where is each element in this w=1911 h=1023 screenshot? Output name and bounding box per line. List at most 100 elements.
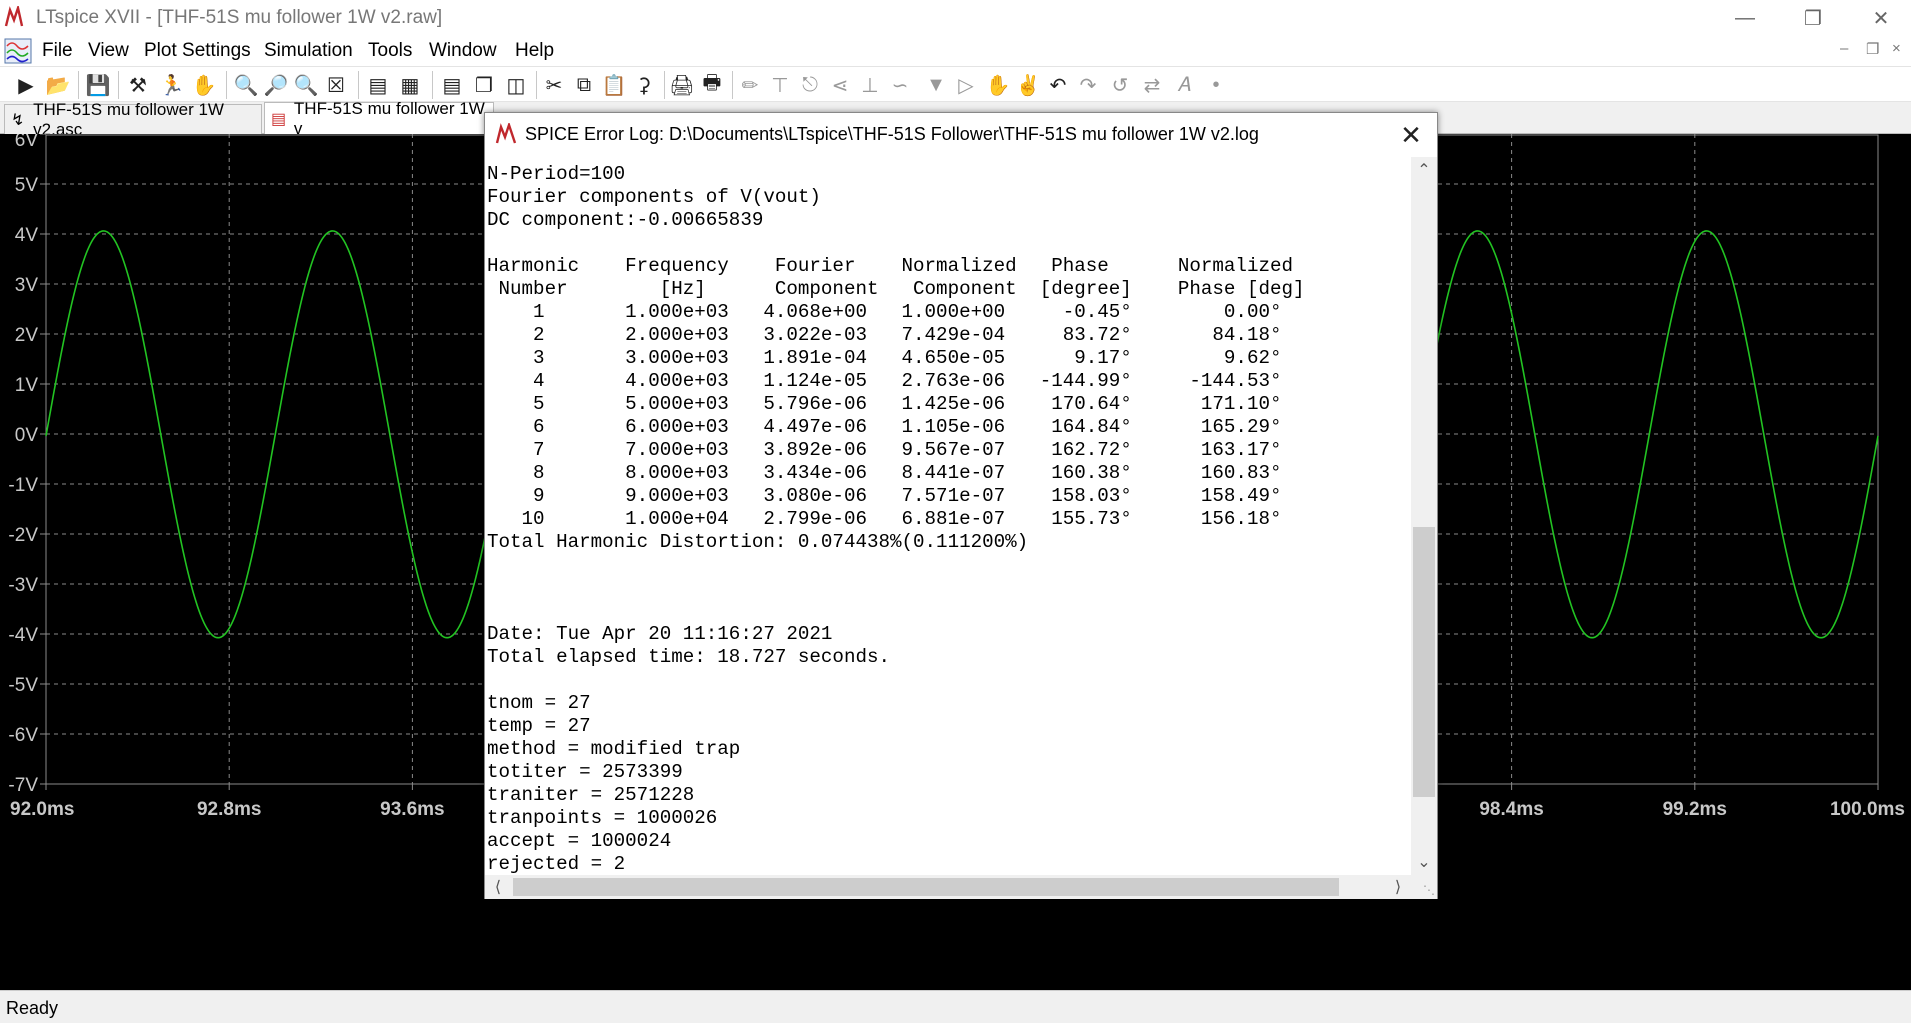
log-line: N-Period=100 — [487, 163, 626, 185]
y-tick-label: 5V — [15, 175, 39, 196]
horizontal-scrollbar[interactable]: ⟨ ⟩ — [485, 875, 1411, 899]
autorange-icon[interactable]: ▤ — [364, 71, 392, 99]
menu-window[interactable]: Window — [429, 40, 497, 62]
log-line: 10 1.000e+04 2.799e-06 6.881e-07 155.73°… — [487, 508, 1282, 530]
menu-file[interactable]: File — [42, 40, 73, 62]
log-line: DC component:-0.00665839 — [487, 209, 764, 231]
y-tick-label: -6V — [8, 725, 38, 746]
print-icon[interactable]: 🖨 — [668, 71, 696, 99]
find-icon[interactable]: ⚳ — [630, 71, 658, 99]
redo-icon[interactable]: ↷ — [1074, 71, 1102, 99]
cascade-icon[interactable]: ❐ — [470, 71, 498, 99]
toolbar-separator — [432, 71, 433, 99]
diode-icon[interactable]: ▼ — [922, 71, 950, 99]
x-tick-label: 98.4ms — [1479, 799, 1543, 820]
capacitor-icon[interactable]: ⊥ — [856, 71, 884, 99]
ground-icon[interactable]: ⊤ — [766, 71, 794, 99]
spice-directive-icon[interactable]: • — [1202, 71, 1230, 99]
log-text-area[interactable]: N-Period=100 Fourier components of V(vou… — [487, 163, 1411, 873]
log-line: 4 4.000e+03 1.124e-05 2.763e-06 -144.99°… — [487, 370, 1282, 392]
log-line: 7 7.000e+03 3.892e-06 9.567e-07 162.72° … — [487, 439, 1282, 461]
toolbar-separator — [358, 71, 359, 99]
scroll-left-icon[interactable]: ⟨ — [485, 875, 511, 899]
waveform-icon: ▤ — [271, 110, 287, 128]
zoom-in-icon[interactable]: 🔍 — [232, 71, 260, 99]
tile-vertical-icon[interactable]: ◫ — [502, 71, 530, 99]
scroll-down-icon[interactable]: ⌄ — [1411, 851, 1437, 873]
undo-icon[interactable]: ↶ — [1044, 71, 1072, 99]
y-tick-label: 1V — [15, 375, 39, 396]
copy-icon[interactable]: ⧉ — [570, 71, 598, 99]
cut-icon[interactable]: ✂ — [540, 71, 568, 99]
x-tick-label: 99.2ms — [1663, 799, 1727, 820]
print-setup-icon[interactable]: 🖶 — [698, 71, 726, 99]
paste-icon[interactable]: 📋 — [600, 71, 628, 99]
log-line: rejected = 2 — [487, 853, 626, 873]
tab-schematic[interactable]: ↯ THF-51S mu follower 1W v2.asc — [4, 100, 262, 139]
inductor-icon[interactable]: ∽ — [886, 71, 914, 99]
wire-icon[interactable]: ✏ — [736, 71, 764, 99]
resize-grip-icon[interactable]: ⋱ — [1411, 875, 1437, 899]
y-tick-label: 0V — [15, 425, 39, 446]
tab-waveform[interactable]: ▤ THF-51S mu follower 1W v — [264, 99, 494, 138]
menu-view[interactable]: View — [88, 40, 129, 62]
zoom-out-icon[interactable]: 🔍 — [292, 71, 320, 99]
ltspice-app-icon — [4, 6, 24, 27]
save-icon[interactable]: 💾 — [84, 71, 112, 99]
log-line: Total Harmonic Distortion: 0.074438%(0.1… — [487, 531, 1029, 553]
resistor-icon[interactable]: ⋖ — [826, 71, 854, 99]
menu-tools[interactable]: Tools — [368, 40, 412, 62]
menu-plot-settings[interactable]: Plot Settings — [144, 40, 251, 62]
log-line: 8 8.000e+03 3.434e-06 8.441e-07 160.38° … — [487, 462, 1282, 484]
mdi-restore-icon[interactable]: ❐ — [1866, 40, 1879, 58]
log-line: Total elapsed time: 18.727 seconds. — [487, 646, 891, 668]
component-icon[interactable]: ▷ — [952, 71, 980, 99]
mirror-icon[interactable]: ⇄ — [1138, 71, 1166, 99]
open-folder-icon[interactable]: 📂 — [44, 71, 72, 99]
toolbar-separator — [536, 71, 537, 99]
y-tick-label: -4V — [8, 625, 38, 646]
log-line: totiter = 2573399 — [487, 761, 683, 783]
y-tick-label: -2V — [8, 525, 38, 546]
control-panel-icon[interactable]: ⚒ — [124, 71, 152, 99]
log-line: 1 1.000e+03 4.068e+00 1.000e+00 -0.45° 0… — [487, 301, 1282, 323]
drag-icon[interactable]: ✌ — [1014, 71, 1042, 99]
log-line: accept = 1000024 — [487, 830, 672, 852]
close-icon[interactable]: ✕ — [1850, 0, 1911, 36]
y-tick-label: 4V — [15, 225, 39, 246]
tile-horizontal-icon[interactable]: ▤ — [438, 71, 466, 99]
y-tick-label: -1V — [8, 475, 38, 496]
scroll-up-icon[interactable]: ⌃ — [1411, 159, 1437, 181]
text-icon[interactable]: 𝐴 — [1170, 71, 1198, 99]
menu-simulation[interactable]: Simulation — [264, 40, 353, 62]
log-line: 2 2.000e+03 3.022e-03 7.429e-04 83.72° 8… — [487, 324, 1282, 346]
mdi-close-icon[interactable]: × — [1892, 40, 1901, 57]
menu-help[interactable]: Help — [515, 40, 554, 62]
mdi-minimize-icon[interactable]: – — [1840, 40, 1848, 57]
waveform-doc-icon[interactable] — [4, 38, 32, 64]
vertical-scroll-thumb[interactable] — [1413, 527, 1435, 797]
move-icon[interactable]: ✋ — [984, 71, 1012, 99]
halt-icon[interactable]: ✋ — [190, 71, 218, 99]
horizontal-scroll-thumb[interactable] — [513, 878, 1339, 896]
scroll-right-icon[interactable]: ⟩ — [1385, 875, 1411, 899]
run-icon[interactable]: 🏃 — [158, 71, 186, 99]
rotate-icon[interactable]: ↺ — [1106, 71, 1134, 99]
log-line: Number [Hz] Component Component [degree]… — [487, 278, 1305, 300]
zoom-fit-icon[interactable]: ☒ — [322, 71, 350, 99]
zoom-pan-icon[interactable]: 🔎 — [262, 71, 290, 99]
mark-unnum-icon[interactable]: ▦ — [396, 71, 424, 99]
toolbar-separator — [78, 71, 79, 99]
minimize-icon[interactable]: — — [1714, 0, 1776, 36]
restore-icon[interactable]: ❐ — [1782, 0, 1844, 36]
dialog-titlebar[interactable]: SPICE Error Log: D:\Documents\LTspice\TH… — [485, 113, 1437, 157]
label-net-icon[interactable]: ⎋ — [796, 71, 824, 99]
tab-label: THF-51S mu follower 1W v — [293, 98, 485, 138]
log-line: tranpoints = 1000026 — [487, 807, 718, 829]
log-line: 6 6.000e+03 4.497e-06 1.105e-06 164.84° … — [487, 416, 1282, 438]
ltspice-app-icon — [495, 123, 517, 144]
log-line: temp = 27 — [487, 715, 591, 737]
window-title: LTspice XVII - [THF-51S mu follower 1W v… — [36, 7, 443, 28]
new-schematic-icon[interactable]: ▶ — [12, 71, 40, 99]
close-icon[interactable]: ✕ — [1393, 117, 1429, 153]
